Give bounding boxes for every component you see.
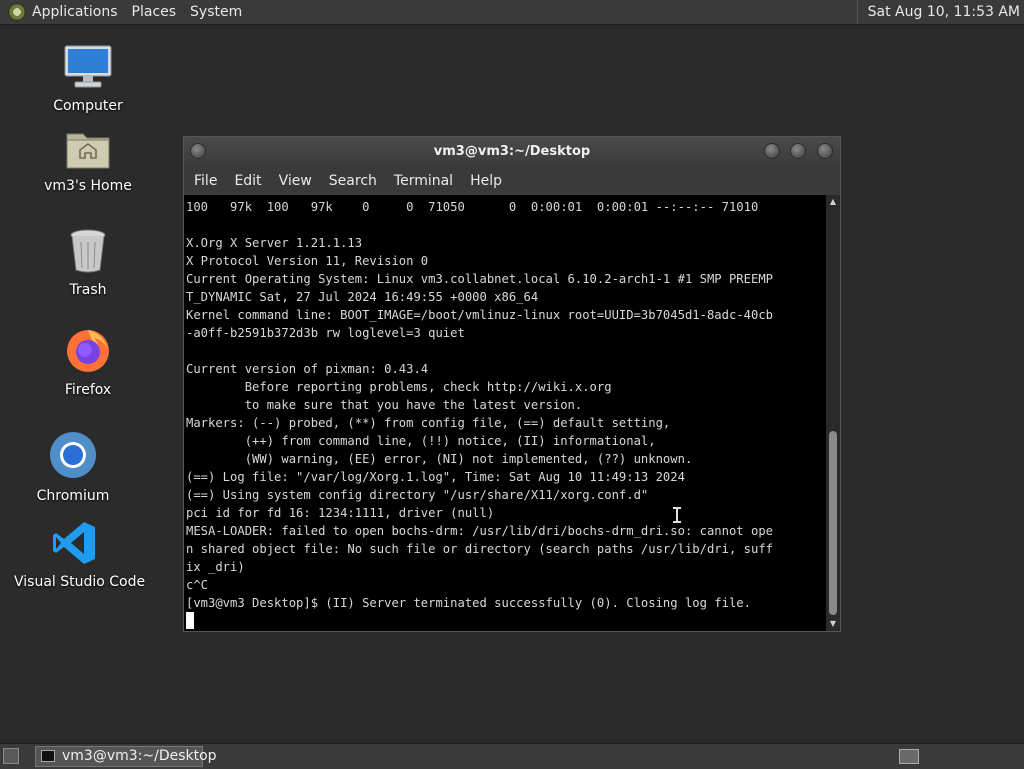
- places-menu[interactable]: Places: [132, 4, 177, 20]
- terminal-line: c^C: [186, 578, 209, 592]
- desktop-icon-label: Visual Studio Code: [14, 574, 146, 590]
- computer-icon: [64, 45, 112, 88]
- terminal-line: (==) Log file: "/var/log/Xorg.1.log", Ti…: [186, 470, 685, 484]
- terminal-line: ix _dri): [186, 560, 245, 574]
- scroll-down-icon[interactable]: ▼: [826, 617, 840, 631]
- desktop-icon-firefox[interactable]: Firefox: [48, 326, 128, 398]
- clock[interactable]: Sat Aug 10, 11:53 AM: [856, 0, 1020, 24]
- workspace-switcher[interactable]: [899, 749, 919, 764]
- terminal-line: to make sure that you have the latest ve…: [186, 398, 583, 412]
- show-desktop-icon[interactable]: [3, 748, 19, 764]
- top-panel-menus: Applications Places System: [0, 0, 256, 24]
- scrollbar-thumb[interactable]: [829, 431, 837, 615]
- scroll-up-icon[interactable]: ▲: [826, 195, 840, 209]
- terminal-line: n shared object file: No such file or di…: [186, 542, 773, 556]
- vscode-icon: [53, 522, 95, 564]
- desktop-icon-chromium[interactable]: Chromium: [33, 430, 113, 504]
- desktop-icon-trash[interactable]: Trash: [48, 228, 128, 298]
- terminal-line: X Protocol Version 11, Revision 0: [186, 254, 429, 268]
- terminal-line: (==) Using system config directory "/usr…: [186, 488, 649, 502]
- terminal-prompt-line: [186, 612, 826, 630]
- desktop-icon-label: Chromium: [36, 488, 110, 504]
- window-menubar: File Edit View Search Terminal Help: [184, 167, 840, 195]
- desktop-icon-computer[interactable]: Computer: [48, 44, 128, 114]
- terminal-line: (WW) warning, (EE) error, (NI) not imple…: [186, 452, 693, 466]
- terminal-line: Current version of pixman: 0.43.4: [186, 362, 429, 376]
- mouse-ibeam-cursor-icon: [673, 507, 681, 523]
- desktop-icon-home[interactable]: vm3's Home: [40, 128, 136, 194]
- menu-file[interactable]: File: [194, 173, 217, 189]
- terminal-line: -a0ff-b2591b372d3b rw loglevel=3 quiet: [186, 326, 465, 340]
- bottom-panel: vm3@vm3:~/Desktop: [0, 743, 1024, 769]
- menu-view[interactable]: View: [279, 173, 312, 189]
- desktop-icon-label: Trash: [69, 282, 107, 298]
- desktop-icon-label: vm3's Home: [44, 178, 132, 194]
- distro-logo-icon[interactable]: [8, 3, 26, 21]
- terminal-line: Current Operating System: Linux vm3.coll…: [186, 272, 773, 286]
- terminal-line: (++) from command line, (!!) notice, (II…: [186, 434, 656, 448]
- firefox-icon: [67, 330, 109, 372]
- terminal-line: Markers: (--) probed, (**) from config f…: [186, 416, 671, 430]
- menu-search[interactable]: Search: [329, 173, 377, 189]
- applications-menu[interactable]: Applications: [32, 4, 118, 20]
- system-menu[interactable]: System: [190, 4, 242, 20]
- text-cursor: [186, 612, 194, 629]
- taskbar-item-terminal[interactable]: vm3@vm3:~/Desktop: [35, 746, 217, 767]
- chromium-icon: [50, 432, 96, 478]
- top-panel: Applications Places System Sat Aug 10, 1…: [0, 0, 1024, 25]
- terminal-line: Before reporting problems, check http://…: [186, 380, 612, 394]
- terminal-line: Kernel command line: BOOT_IMAGE=/boot/vm…: [186, 308, 773, 322]
- terminal-line: X.Org X Server 1.21.1.13: [186, 236, 363, 250]
- taskbar-item-label: vm3@vm3:~/Desktop: [62, 748, 217, 764]
- home-folder-icon: [66, 133, 110, 169]
- menu-edit[interactable]: Edit: [234, 173, 261, 189]
- menu-help[interactable]: Help: [470, 173, 502, 189]
- terminal-line: [vm3@vm3 Desktop]$ (II) Server terminate…: [186, 596, 751, 610]
- maximize-button[interactable]: [790, 143, 806, 159]
- terminal-line: MESA-LOADER: failed to open bochs-drm: /…: [186, 524, 773, 538]
- terminal-line: T_DYNAMIC Sat, 27 Jul 2024 16:49:55 +000…: [186, 290, 539, 304]
- close-button[interactable]: [817, 143, 833, 159]
- window-title: vm3@vm3:~/Desktop: [433, 144, 591, 159]
- trash-icon: [70, 229, 106, 273]
- terminal-icon: [41, 750, 55, 762]
- terminal-scrollbar[interactable]: ▲ ▼: [826, 195, 840, 631]
- terminal-window[interactable]: vm3@vm3:~/Desktop File Edit View Search …: [183, 136, 841, 632]
- desktop-icon-label: Computer: [53, 98, 123, 114]
- menu-terminal[interactable]: Terminal: [394, 173, 453, 189]
- desktop-icon-label: Firefox: [64, 382, 112, 398]
- desktop-icon-vscode[interactable]: Visual Studio Code: [14, 520, 146, 590]
- terminal-line: pci id for fd 16: 1234:1111, driver (nul…: [186, 506, 495, 520]
- minimize-button[interactable]: [764, 143, 780, 159]
- terminal-output[interactable]: 100 97k 100 97k 0 0 71050 0 0:00:01 0:00…: [184, 195, 826, 631]
- terminal-line: 100 97k 100 97k 0 0 71050 0 0:00:01 0:00…: [186, 200, 759, 214]
- window-titlebar[interactable]: vm3@vm3:~/Desktop: [184, 137, 840, 167]
